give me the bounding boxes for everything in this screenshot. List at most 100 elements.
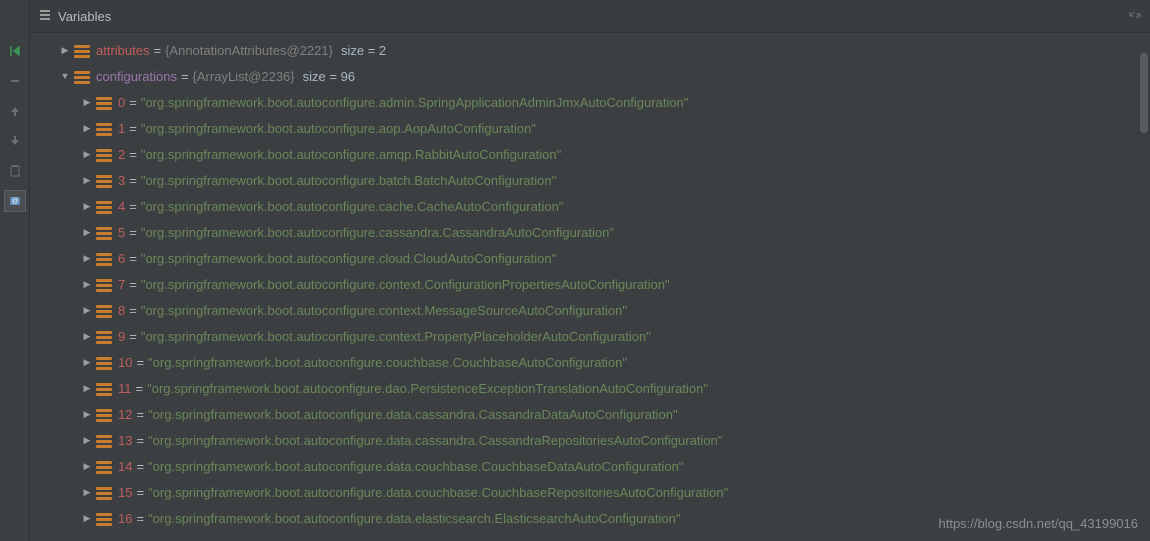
object-icon bbox=[96, 330, 112, 342]
down-arrow-icon[interactable] bbox=[4, 130, 26, 152]
chevron-right-icon[interactable]: ▶ bbox=[80, 121, 94, 135]
chevron-right-icon[interactable]: ▶ bbox=[80, 511, 94, 525]
string-value: "org.springframework.boot.autoconfigure.… bbox=[141, 199, 564, 214]
chevron-right-icon[interactable]: ▶ bbox=[80, 95, 94, 109]
minus-icon[interactable] bbox=[4, 70, 26, 92]
object-icon bbox=[96, 174, 112, 186]
string-value: "org.springframework.boot.autoconfigure.… bbox=[148, 407, 678, 422]
index-label: 10 bbox=[118, 355, 132, 370]
object-icon bbox=[96, 304, 112, 316]
resume-icon[interactable] bbox=[4, 40, 26, 62]
svg-text:@: @ bbox=[11, 198, 18, 205]
chevron-right-icon[interactable]: ▶ bbox=[80, 459, 94, 473]
index-label: 0 bbox=[118, 95, 125, 110]
index-label: 1 bbox=[118, 121, 125, 136]
index-label: 6 bbox=[118, 251, 125, 266]
list-item[interactable]: ▶9 = "org.springframework.boot.autoconfi… bbox=[30, 323, 1150, 349]
equals-sign: = bbox=[129, 251, 137, 266]
equals-sign: = bbox=[129, 147, 137, 162]
string-value: "org.springframework.boot.autoconfigure.… bbox=[141, 121, 536, 136]
chevron-right-icon[interactable]: ▶ bbox=[80, 225, 94, 239]
object-icon bbox=[96, 486, 112, 498]
object-icon bbox=[96, 252, 112, 264]
hamburger-icon[interactable] bbox=[38, 8, 52, 25]
list-item[interactable]: ▶7 = "org.springframework.boot.autoconfi… bbox=[30, 271, 1150, 297]
chevron-right-icon[interactable]: ▶ bbox=[80, 303, 94, 317]
chevron-right-icon[interactable]: ▶ bbox=[80, 355, 94, 369]
equals-sign: = bbox=[136, 381, 144, 396]
string-value: "org.springframework.boot.autoconfigure.… bbox=[148, 511, 680, 526]
list-item[interactable]: ▶2 = "org.springframework.boot.autoconfi… bbox=[30, 141, 1150, 167]
list-item[interactable]: ▶ 11 = "org.springframework.boot.autoconf… bbox=[30, 375, 1150, 401]
chevron-right-icon[interactable]: ▶ bbox=[80, 381, 94, 395]
equals-sign: = bbox=[136, 433, 144, 448]
equals-sign: = bbox=[136, 407, 144, 422]
index-label: 16 bbox=[118, 511, 132, 526]
index-label: 4 bbox=[118, 199, 125, 214]
equals-sign: = bbox=[136, 511, 144, 526]
string-value: "org.springframework.boot.autoconfigure.… bbox=[141, 251, 556, 266]
list-item[interactable]: ▶13 = "org.springframework.boot.autoconf… bbox=[30, 427, 1150, 453]
equals-sign: = bbox=[129, 121, 137, 136]
equals-sign: = bbox=[129, 173, 137, 188]
object-icon bbox=[96, 408, 112, 420]
field-name: configurations bbox=[96, 69, 177, 84]
object-ref: {ArrayList@2236} bbox=[193, 69, 295, 84]
object-icon bbox=[96, 148, 112, 160]
watches-icon[interactable]: @ bbox=[4, 190, 26, 212]
list-item[interactable]: ▶ 1 = "org.springframework.boot.autoconfi… bbox=[30, 115, 1150, 141]
index-label: 15 bbox=[118, 485, 132, 500]
chevron-down-icon[interactable]: ▼ bbox=[58, 69, 72, 83]
string-value: "org.springframework.boot.autoconfigure.… bbox=[148, 485, 728, 500]
list-item[interactable]: ▶12 = "org.springframework.boot.autoconf… bbox=[30, 401, 1150, 427]
equals-sign: = bbox=[129, 303, 137, 318]
equals-sign: = bbox=[129, 95, 137, 110]
clipboard-icon[interactable] bbox=[4, 160, 26, 182]
panel-title: Variables bbox=[58, 9, 1128, 24]
string-value: "org.springframework.boot.autoconfigure.… bbox=[147, 381, 708, 396]
title-bar: Variables bbox=[30, 0, 1150, 33]
list-item[interactable]: ▶5 = "org.springframework.boot.autoconfi… bbox=[30, 219, 1150, 245]
chevron-right-icon[interactable]: ▶ bbox=[80, 329, 94, 343]
list-item[interactable]: ▶8 = "org.springframework.boot.autoconfi… bbox=[30, 297, 1150, 323]
equals-sign: = bbox=[181, 69, 189, 84]
chevron-right-icon[interactable]: ▶ bbox=[80, 251, 94, 265]
scrollbar-thumb[interactable] bbox=[1140, 53, 1148, 133]
list-item[interactable]: ▶3 = "org.springframework.boot.autoconfi… bbox=[30, 167, 1150, 193]
list-item[interactable]: ▶14 = "org.springframework.boot.autoconf… bbox=[30, 453, 1150, 479]
attributes-row[interactable]: ▶ attributes = {AnnotationAttributes@222… bbox=[30, 37, 1150, 63]
configurations-row[interactable]: ▼ configurations = {ArrayList@2236} size… bbox=[30, 63, 1150, 89]
size-label: size = 2 bbox=[341, 43, 386, 58]
list-item[interactable]: ▶10 = "org.springframework.boot.autoconf… bbox=[30, 349, 1150, 375]
equals-sign: = bbox=[153, 43, 161, 58]
left-gutter: @ bbox=[0, 0, 30, 541]
list-item[interactable]: ▶4 = "org.springframework.boot.autoconfi… bbox=[30, 193, 1150, 219]
up-arrow-icon[interactable] bbox=[4, 100, 26, 122]
equals-sign: = bbox=[136, 485, 144, 500]
chevron-right-icon[interactable]: ▶ bbox=[80, 433, 94, 447]
expand-icon[interactable] bbox=[1128, 8, 1142, 25]
equals-sign: = bbox=[129, 277, 137, 292]
equals-sign: = bbox=[129, 329, 137, 344]
chevron-right-icon[interactable]: ▶ bbox=[80, 199, 94, 213]
chevron-right-icon[interactable]: ▶ bbox=[80, 147, 94, 161]
object-icon bbox=[96, 96, 112, 108]
object-icon bbox=[96, 382, 112, 394]
chevron-right-icon[interactable]: ▶ bbox=[58, 43, 72, 57]
tree-scroll: ▶ attributes = {AnnotationAttributes@222… bbox=[30, 33, 1150, 541]
chevron-right-icon[interactable]: ▶ bbox=[80, 407, 94, 421]
main-area: Variables ▶ attributes = {AnnotationAttr… bbox=[30, 0, 1150, 541]
list-item[interactable]: ▶0 = "org.springframework.boot.autoconfi… bbox=[30, 89, 1150, 115]
index-label: 3 bbox=[118, 173, 125, 188]
object-icon bbox=[96, 356, 112, 368]
string-value: "org.springframework.boot.autoconfigure.… bbox=[141, 277, 670, 292]
list-item[interactable]: ▶ 6 = "org.springframework.boot.autoconfi… bbox=[30, 245, 1150, 271]
chevron-right-icon[interactable]: ▶ bbox=[80, 277, 94, 291]
index-label: 11 bbox=[118, 381, 132, 396]
object-ref: {AnnotationAttributes@2221} bbox=[165, 43, 333, 58]
object-icon bbox=[96, 460, 112, 472]
list-item[interactable]: ▶ 15 = "org.springframework.boot.autoconf… bbox=[30, 479, 1150, 505]
chevron-right-icon[interactable]: ▶ bbox=[80, 485, 94, 499]
object-icon bbox=[96, 122, 112, 134]
chevron-right-icon[interactable]: ▶ bbox=[80, 173, 94, 187]
